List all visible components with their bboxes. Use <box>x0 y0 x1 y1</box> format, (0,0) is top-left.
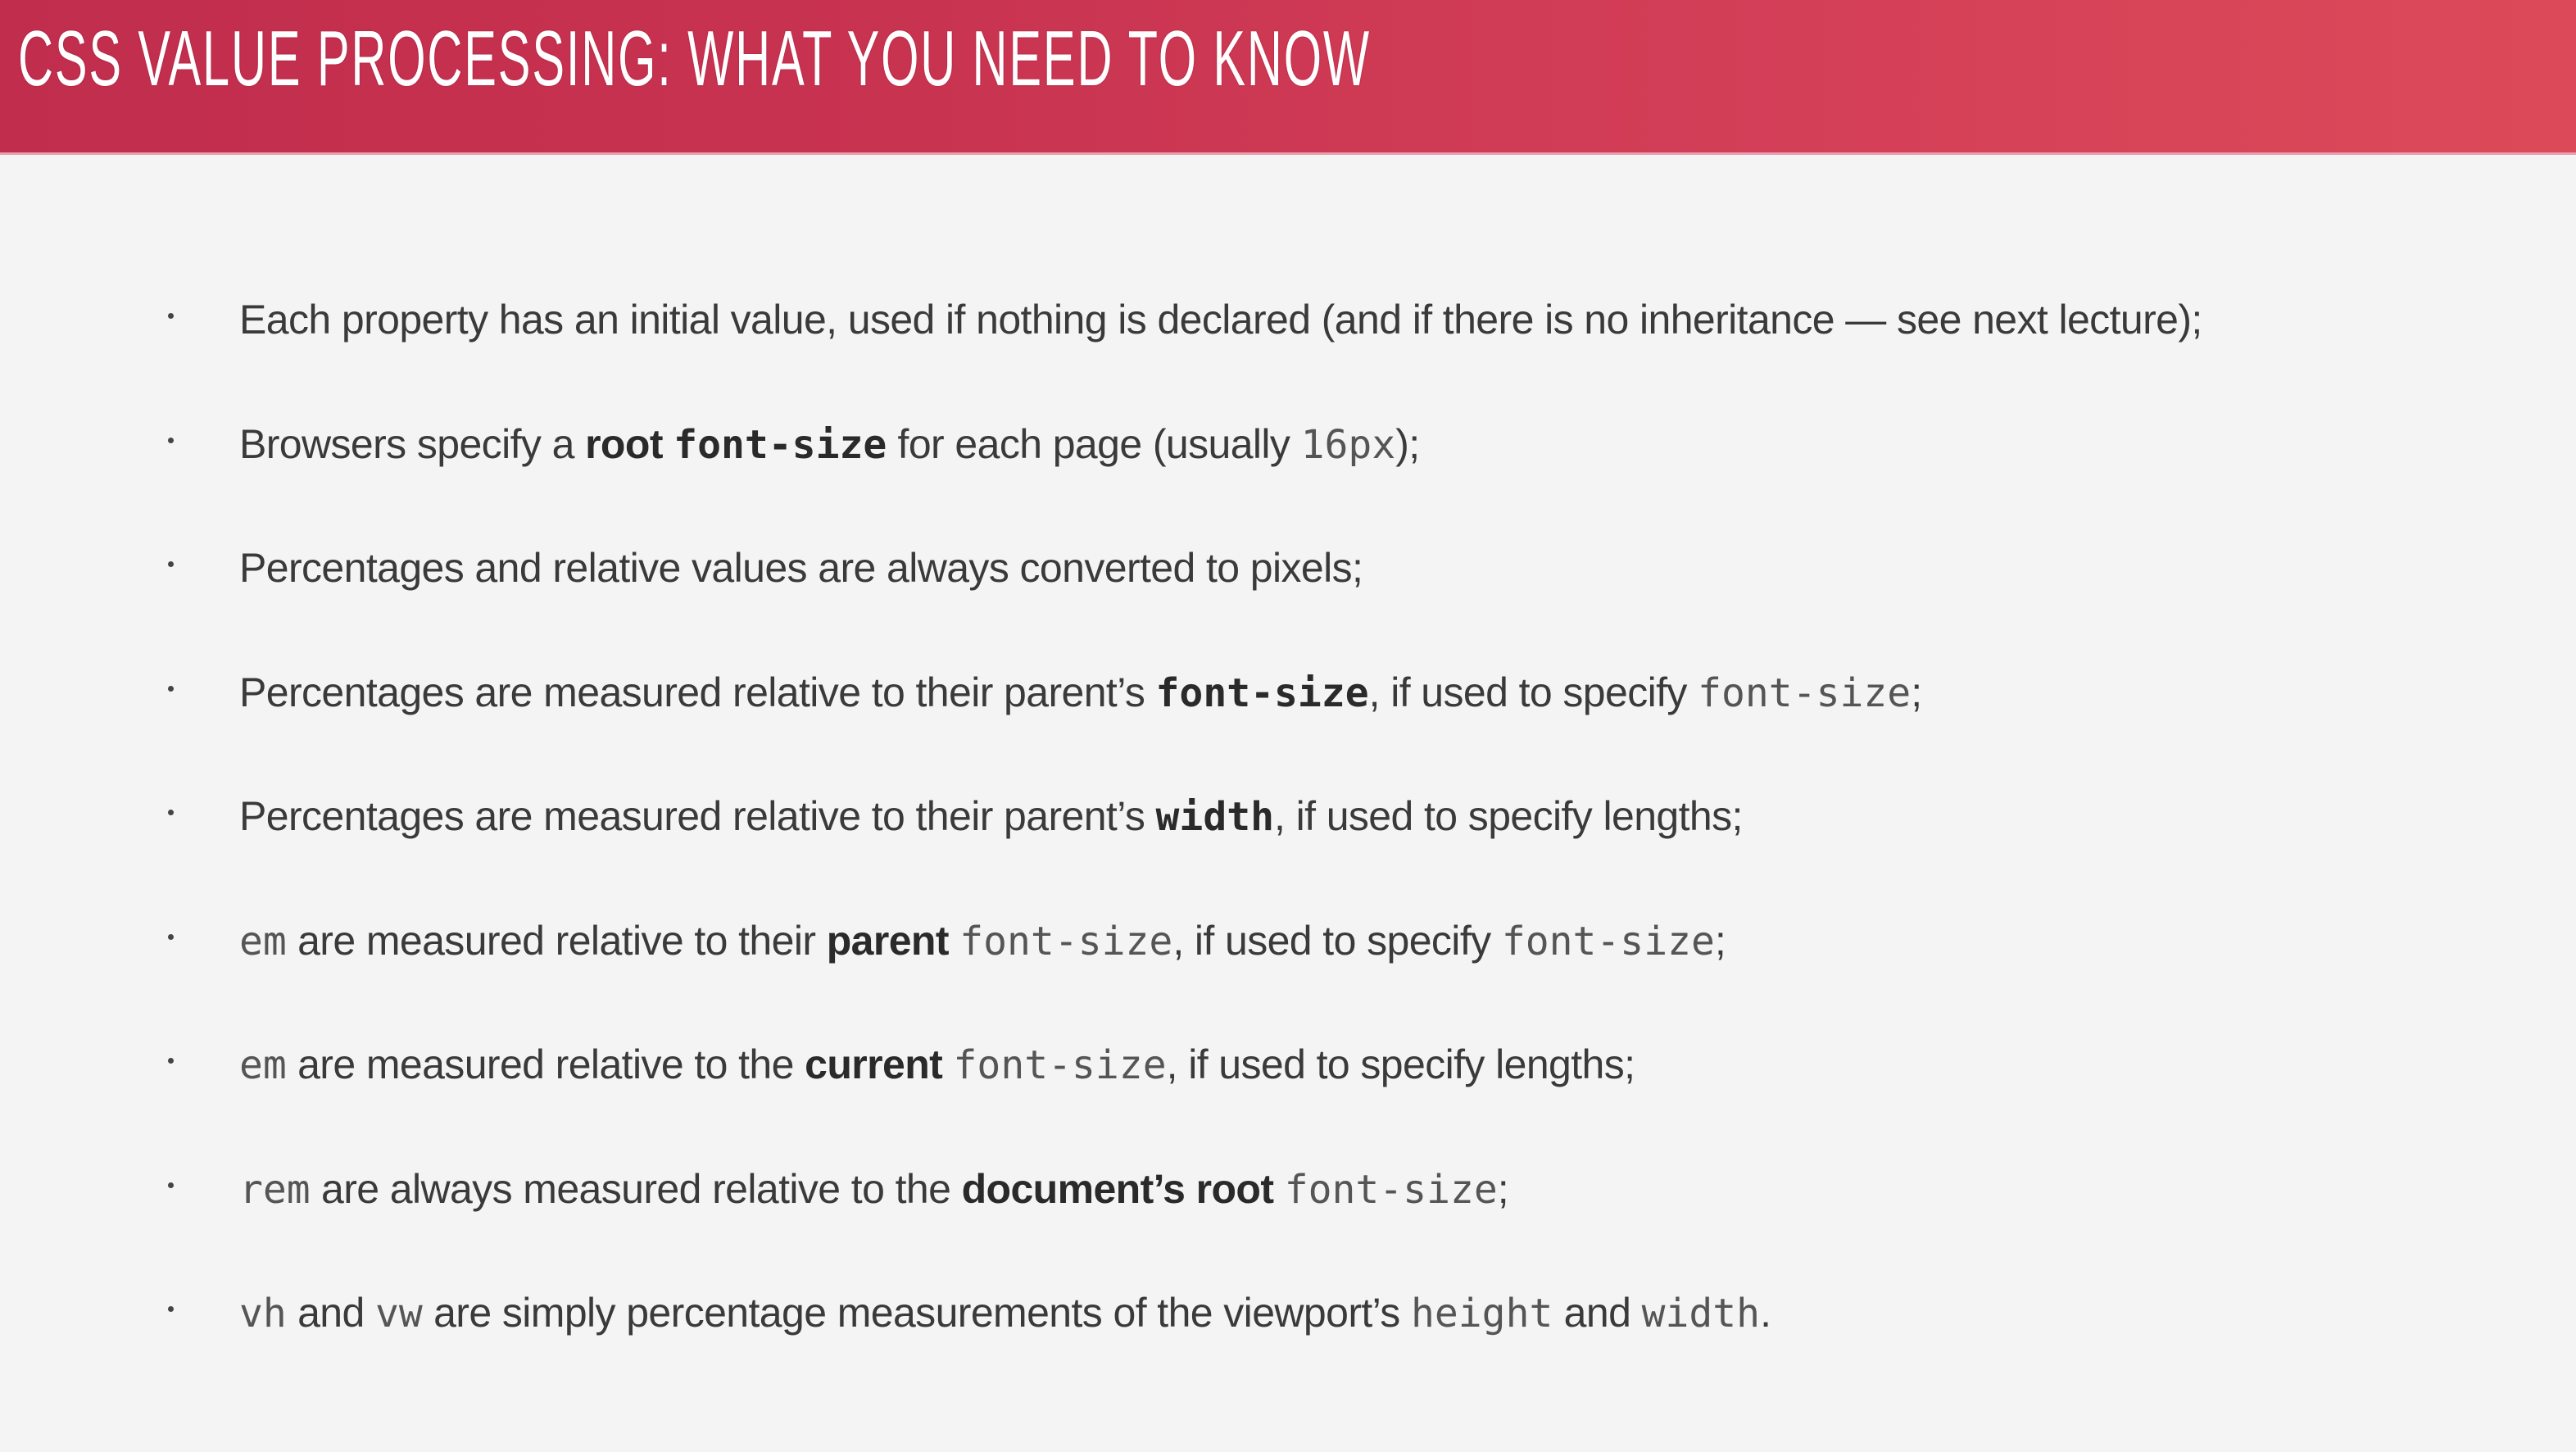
text-segment: ; <box>1911 669 1922 715</box>
text-segment: Percentages are measured relative to the… <box>239 669 1156 715</box>
list-item: Percentages and relative values are alwa… <box>0 543 2576 668</box>
text-segment: and <box>1553 1290 1642 1336</box>
text-segment <box>1273 1166 1284 1212</box>
text-segment <box>942 1041 953 1087</box>
text-segment: , if used to specify lengths; <box>1274 793 1743 839</box>
text-segment: are always measured relative to the <box>310 1165 962 1212</box>
code-segment: font-size <box>1284 1166 1498 1213</box>
code-segment: em <box>239 918 287 964</box>
code-segment: em <box>239 1042 287 1088</box>
text-segment: Percentages and relative values are alwa… <box>239 545 1363 591</box>
bullet-icon <box>168 561 174 567</box>
bullet-icon <box>168 810 174 815</box>
list-item: em are measured relative to their parent… <box>0 916 2576 1041</box>
text-segment: for each page (usually <box>887 420 1301 467</box>
text-segment: Percentages are measured relative to the… <box>239 793 1156 839</box>
list-item: Each property has an initial value, used… <box>0 295 2576 420</box>
list-item: Browsers specify a root font-size for ea… <box>0 420 2576 544</box>
text-segment: Browsers specify a <box>239 420 586 467</box>
title-banner: CSS VALUE PROCESSING: WHAT YOU NEED TO K… <box>0 0 2576 155</box>
bullet-text: Percentages are measured relative to the… <box>239 668 1922 718</box>
bold-text-segment: document’s root <box>961 1165 1274 1212</box>
slide-title: CSS VALUE PROCESSING: WHAT YOU NEED TO K… <box>18 15 1371 102</box>
bullet-list: Each property has an initial value, used… <box>0 295 2576 1413</box>
code-segment: font-size <box>959 918 1173 964</box>
code-segment: rem <box>239 1166 311 1213</box>
bullet-text: Percentages and relative values are alwa… <box>239 543 1363 592</box>
bullet-text: Percentages are measured relative to the… <box>239 792 1743 842</box>
bold-text-segment: parent <box>826 917 950 964</box>
code-segment: font-size <box>1155 669 1369 716</box>
bullet-icon <box>168 1182 174 1188</box>
code-segment: font-size <box>1698 669 1912 716</box>
bullet-icon <box>168 933 174 940</box>
text-segment: Each property has an initial value, used… <box>239 297 2202 343</box>
bold-text-segment: current <box>805 1041 943 1087</box>
bullet-icon <box>168 685 174 692</box>
code-segment: width <box>1641 1291 1761 1336</box>
code-segment: vh <box>239 1291 287 1336</box>
text-segment: ; <box>1714 917 1726 964</box>
code-segment: 16px <box>1300 421 1396 468</box>
text-segment: are measured relative to their <box>286 917 827 964</box>
text-segment: , if used to specify lengths; <box>1166 1041 1635 1087</box>
text-segment: and <box>286 1290 376 1336</box>
bold-text-segment: root <box>585 420 674 467</box>
bullet-text: em are measured relative to their parent… <box>239 916 1726 966</box>
code-segment: width <box>1155 794 1275 840</box>
text-segment <box>949 918 959 964</box>
text-segment: ); <box>1395 420 1420 467</box>
bullet-icon <box>168 437 174 443</box>
list-item: em are measured relative to the current … <box>0 1040 2576 1164</box>
code-segment: font-size <box>673 421 887 468</box>
text-segment: , if used to specify <box>1368 669 1698 715</box>
bullet-text: rem are always measured relative to the … <box>239 1164 1509 1214</box>
bullet-icon <box>168 1306 174 1312</box>
bullet-icon <box>168 313 174 319</box>
code-segment: font-size <box>953 1042 1167 1088</box>
list-item: Percentages are measured relative to the… <box>0 668 2576 792</box>
text-segment: ; <box>1497 1165 1509 1212</box>
text-segment: are simply percentage measurements of th… <box>422 1290 1411 1336</box>
bullet-icon <box>168 1058 174 1064</box>
bullet-text: em are measured relative to the current … <box>239 1040 1635 1090</box>
text-segment: are measured relative to the <box>286 1041 805 1087</box>
list-item: rem are always measured relative to the … <box>0 1164 2576 1289</box>
bullet-text: vh and vw are simply percentage measurem… <box>239 1288 1771 1338</box>
bullet-text: Browsers specify a root font-size for ea… <box>239 420 1420 470</box>
list-item: Percentages are measured relative to the… <box>0 792 2576 916</box>
code-segment: height <box>1410 1291 1553 1336</box>
code-segment: font-size <box>1501 918 1715 964</box>
text-segment: . <box>1760 1290 1771 1336</box>
code-segment: vw <box>375 1291 423 1336</box>
bullet-text: Each property has an initial value, used… <box>239 295 2202 344</box>
text-segment: , if used to specify <box>1172 917 1502 964</box>
list-item: vh and vw are simply percentage measurem… <box>0 1288 2576 1413</box>
